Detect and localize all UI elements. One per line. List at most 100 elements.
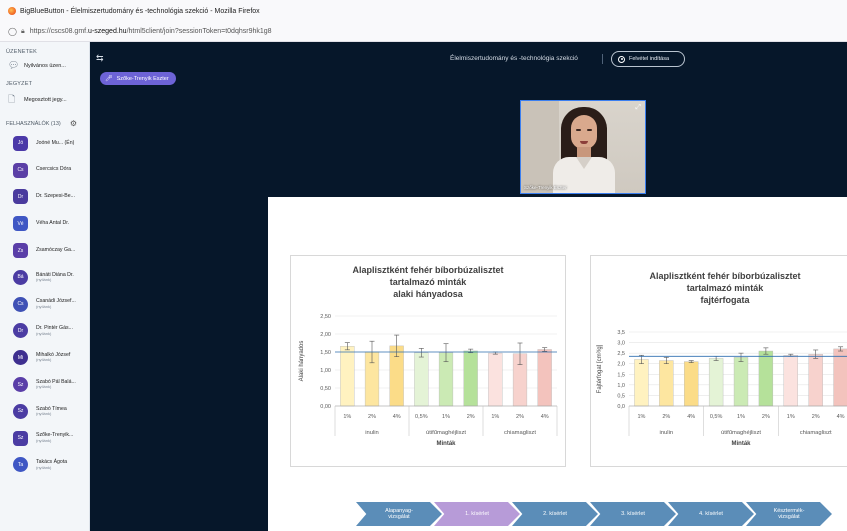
x-tick-label: 1%: [343, 414, 351, 420]
webcam-eye: [576, 129, 581, 131]
avatar: Sz: [13, 377, 28, 393]
bar: [659, 360, 674, 407]
url-text[interactable]: https://cscs08.gmf.u-szeged.hu/html5clie…: [30, 28, 272, 35]
user-role: (nyílánk): [36, 464, 52, 470]
avatar: Dr: [13, 323, 28, 339]
x-tick-label: 1%: [787, 414, 795, 420]
group-label: útifűmaghéjliszt: [426, 430, 466, 436]
main-area: ⇆ Élelmiszertudomány és -technológia sze…: [90, 42, 847, 531]
x-tick-label: 0,5%: [710, 414, 723, 420]
flow-step-line: 2. kísérlet: [543, 510, 567, 517]
users-header: FELHASZNÁLÓK (13) ⚙︎: [0, 111, 89, 130]
user-role: (nyílánk): [36, 330, 52, 336]
shared-notes-item[interactable]: 🗋︎ Megosztott jegy...: [0, 87, 89, 111]
user-info: Szabó Tímea (nyílánk): [36, 406, 67, 417]
user-list: Jó Joóné Mu... (Én) Cs Csercsics Dóra Dr Dr. …: [0, 130, 89, 478]
y-tick-label: 3,5: [617, 330, 625, 336]
user-list-item[interactable]: Zs Zsamóczay Ga...: [0, 237, 89, 264]
bar-chart: 0,00 0,50 1,00 1,50 2,00 2,50 Alaki hányados 1%…: [299, 314, 558, 447]
user-name: Csercsics Dóra: [36, 166, 72, 173]
webcam-video[interactable]: Szőke-Trenyik Eszter ⤢: [520, 100, 646, 194]
avatar: Zs: [13, 243, 28, 259]
y-tick-label: 1,50: [320, 350, 331, 356]
user-list-item[interactable]: Dr Dr. Pintér Gás... (nyílánk): [0, 318, 89, 345]
user-list-item[interactable]: Sz Szabó Tímea (nyílánk): [0, 398, 89, 425]
x-tick-label: 2%: [812, 414, 820, 420]
chat-icon: 💬︎: [8, 60, 20, 70]
chart-card-specific-volume: Alaplisztként fehér bíborbúzalisztet tar…: [590, 255, 847, 467]
y-tick-label: 0,5: [617, 393, 625, 399]
y-axis-label: Fajtérfogat [cm³/g]: [597, 344, 603, 393]
lock-icon[interactable]: 🔒︎: [21, 28, 25, 36]
y-tick-label: 0,00: [320, 404, 331, 410]
talking-indicator[interactable]: 🎤︎ Szőke-Trenyik Eszter: [100, 72, 176, 85]
user-info: Véha Antal Dr.: [36, 220, 69, 226]
y-tick-label: 2,00: [320, 332, 331, 338]
user-role: (nyílánk): [36, 357, 52, 363]
avatar: Cs: [13, 296, 28, 312]
user-list-item[interactable]: Sz Szőke-Trenyik... (nyílánk): [0, 425, 89, 452]
user-role: (nyílánk): [36, 303, 52, 309]
window-titlebar: BigBlueButton - Élelmiszertudomány és -t…: [0, 0, 847, 22]
user-list-item[interactable]: Bá Bánáti Diána Dr. (nyílánk): [0, 264, 89, 291]
x-tick-label: 1%: [737, 414, 745, 420]
bar: [340, 346, 355, 407]
bar: [733, 357, 749, 407]
flow-step: 3. kísérlet: [590, 502, 676, 526]
avatar: Ta: [13, 457, 28, 473]
avatar: Jó: [13, 135, 28, 151]
y-tick-label: 1,5: [617, 372, 625, 378]
shield-icon[interactable]: ◯: [8, 27, 17, 36]
address-bar[interactable]: ◯ 🔒︎ https://cscs08.gmf.u-szeged.hu/html…: [0, 22, 847, 42]
public-chat-item[interactable]: 💬︎ Nyilvános üzen...: [0, 55, 89, 74]
user-info: Csanádi József... (nyílánk): [36, 298, 76, 309]
bar-chart: 0,0 0,5 1,0 1,5 2,0 2,5 3,0 3,5 Fajtérfogat [cm³…: [597, 330, 847, 447]
user-role: (nyílánk): [36, 437, 52, 443]
fullscreen-icon[interactable]: ⤢: [635, 104, 641, 112]
user-info: Szőke-Trenyik... (nyílánk): [36, 432, 73, 443]
window-title: BigBlueButton - Élelmiszertudomány és -t…: [20, 7, 260, 15]
flow-step-label: 3. kísérlet: [621, 511, 645, 517]
user-list-item[interactable]: Cs Csercsics Dóra: [0, 157, 89, 184]
user-list-item[interactable]: Dr Dr. Szepesi-Be...: [0, 184, 89, 211]
user-list-item[interactable]: Cs Csanádi József... (nyílánk): [0, 291, 89, 318]
bar: [463, 350, 478, 407]
y-tick-label: 2,5: [617, 351, 625, 357]
record-icon: [618, 55, 625, 63]
user-list-item[interactable]: Sz Szabó Pál Balá... (nyílánk): [0, 371, 89, 398]
y-tick-label: 0,50: [320, 386, 331, 392]
divider: [602, 54, 603, 64]
bar: [708, 358, 724, 407]
y-tick-label: 0,0: [617, 404, 625, 410]
start-recording-button[interactable]: Felvétel indítása: [611, 51, 685, 67]
group-label: inulin: [365, 430, 379, 436]
webcam-eye: [587, 129, 592, 131]
user-role: (nyílánk): [36, 411, 52, 416]
x-tick-label: 2%: [662, 414, 670, 420]
users-toggle-icon[interactable]: ⇆: [96, 53, 104, 64]
user-name: Joóné Mu... (Én): [36, 139, 75, 146]
user-list-item[interactable]: Vé Véha Antal Dr.: [0, 210, 89, 237]
x-tick-label: 1%: [491, 414, 499, 420]
user-list-item[interactable]: Jó Joóné Mu... (Én): [0, 130, 89, 157]
users-title: FELHASZNÁLÓK (13): [6, 120, 61, 127]
user-name: Dr. Szepesi-Be...: [36, 193, 75, 200]
flow-step-line: 3. kísérlet: [621, 510, 645, 517]
y-tick-label: 1,0: [617, 383, 625, 389]
sidebar: ÜZENETEK 💬︎ Nyilvános üzen... JEGYZET 🗋︎…: [0, 42, 90, 531]
flow-step-line: vizsgálat: [778, 514, 800, 520]
y-tick-label: 2,50: [320, 314, 331, 320]
x-tick-label: 2%: [467, 414, 475, 420]
flow-step: 2. kísérlet: [512, 502, 598, 526]
user-info: Takács Ágota (nyílánk): [36, 459, 67, 470]
user-list-item[interactable]: Ta Takács Ágota (nyílánk): [0, 452, 89, 479]
webcam-name: Szőke-Trenyik Eszter: [524, 185, 567, 190]
user-role: (nyílánk): [36, 384, 52, 390]
gear-icon[interactable]: ⚙︎: [70, 119, 77, 128]
x-tick-label: 0,5%: [415, 414, 428, 420]
messages-title: ÜZENETEK: [6, 49, 37, 55]
user-list-item[interactable]: Mi Mihalkó József (nyílánk): [0, 344, 89, 371]
flow-step-label: 2. kísérlet: [543, 511, 567, 517]
x-tick-label: 4%: [837, 414, 845, 420]
user-info: Mihalkó József (nyílánk): [36, 352, 70, 363]
